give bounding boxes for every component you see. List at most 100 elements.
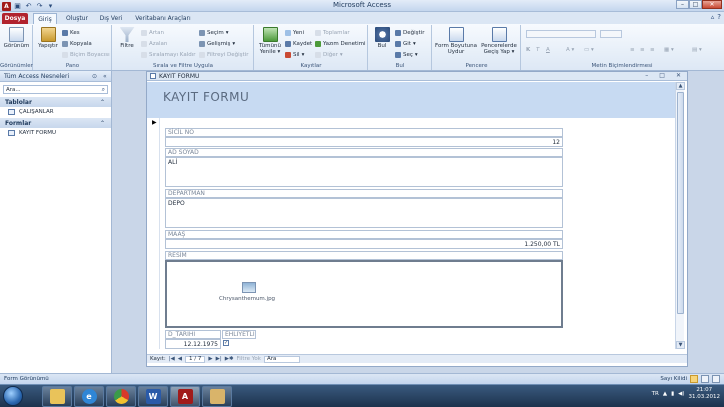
highlight-button[interactable]: ▭ ▾	[584, 46, 594, 54]
layout-view-icon[interactable]	[701, 375, 709, 383]
view-button[interactable]: Görünüm	[2, 27, 31, 49]
selection-icon	[199, 30, 205, 36]
departman-label: DEPARTMAN	[165, 189, 563, 198]
collapse-ribbon-icon[interactable]: ▵	[711, 13, 715, 21]
nav-pane-header[interactable]: Tüm Access Nesneleri ⊙ «	[0, 71, 111, 82]
totals-button[interactable]: Toplamlar	[315, 29, 350, 37]
taskbar-paint[interactable]	[202, 386, 232, 407]
scroll-thumb[interactable]	[677, 92, 684, 314]
d-tarihi-field[interactable]: 12.12.1975	[165, 339, 221, 349]
underline-button[interactable]: A	[546, 46, 550, 54]
toggle-filter-button[interactable]: Filtreyi Değiştir	[199, 51, 248, 59]
sort-descending-button[interactable]: Azalan	[141, 40, 167, 48]
cut-button[interactable]: Kes	[62, 29, 80, 37]
previous-record-icon[interactable]: ◀	[178, 356, 182, 362]
maas-field[interactable]: 1.250,00 TL	[165, 239, 563, 249]
close-button[interactable]: ✕	[702, 0, 722, 9]
form-minimize-button[interactable]: –	[645, 72, 648, 79]
nav-dropdown-icon[interactable]: ⊙	[92, 73, 97, 80]
filter-status[interactable]: Filtre Yok	[237, 356, 261, 362]
taskbar-ie[interactable]: e	[74, 386, 104, 407]
tab-create[interactable]: Oluştur	[62, 13, 92, 24]
taskbar-word[interactable]: W	[138, 386, 168, 407]
form-detail: SİCİL NO 12 AD SOYAD ALİ DEPARTMAN DEPO …	[160, 118, 675, 349]
size-to-fit-button[interactable]: Form Boyutuna Uydur	[435, 27, 477, 55]
group-label: Pencere	[465, 63, 488, 69]
tray-arrow-icon[interactable]: ▲	[663, 391, 667, 397]
ehliyetli-checkbox[interactable]: ✓	[223, 340, 229, 346]
select-button[interactable]: Seç ▾	[395, 51, 418, 59]
network-icon[interactable]: ▮	[671, 391, 674, 397]
italic-button[interactable]: T	[536, 46, 539, 54]
minimize-button[interactable]: –	[676, 0, 689, 9]
vertical-scrollbar[interactable]: ▲ ▼	[675, 82, 685, 349]
form-close-button[interactable]: ✕	[676, 72, 681, 79]
align-right-button[interactable]: ≡	[650, 46, 655, 54]
more-button[interactable]: Diğer ▾	[315, 51, 343, 59]
replace-button[interactable]: Değiştir	[395, 29, 424, 37]
nav-section-tables[interactable]: Tablolar ⌃	[0, 97, 111, 107]
delete-button[interactable]: Sil ▾	[285, 51, 304, 59]
first-record-icon[interactable]: |◀	[169, 356, 175, 362]
spelling-button[interactable]: Yazım Denetimi	[315, 40, 366, 48]
new-record-button[interactable]: Yeni	[285, 29, 304, 37]
tab-external-data[interactable]: Dış Veri	[97, 13, 125, 24]
start-button[interactable]	[3, 386, 23, 406]
paste-button[interactable]: Yapıştır	[36, 27, 60, 49]
filter-button[interactable]: Filtre	[117, 27, 137, 49]
scroll-down-arrow-icon[interactable]: ▼	[676, 341, 685, 349]
ad-soyad-field[interactable]: ALİ	[165, 157, 563, 187]
remove-sort-button[interactable]: Sıralamayı Kaldır	[141, 51, 196, 59]
scroll-up-arrow-icon[interactable]: ▲	[676, 82, 685, 90]
help-icon[interactable]: ?	[717, 13, 721, 21]
goto-button[interactable]: Git ▾	[395, 40, 416, 48]
record-navigation-bar: Kayıt: |◀ ◀ 1 / 7 ▶ ▶| ▶✱ Filtre Yok Ara	[147, 354, 687, 363]
sort-ascending-button[interactable]: Artan	[141, 29, 164, 37]
language-indicator[interactable]: TR	[652, 391, 659, 397]
font-size-select[interactable]	[600, 30, 622, 38]
design-view-icon[interactable]	[712, 375, 720, 383]
nav-search-input[interactable]: Ara... ⌕	[3, 85, 108, 94]
form-view-icon[interactable]	[690, 375, 698, 383]
new-record-nav-icon[interactable]: ▶✱	[225, 356, 234, 362]
record-selector[interactable]: ▶	[147, 118, 160, 349]
align-left-button[interactable]: ≡	[630, 46, 635, 54]
form-restore-button[interactable]: □	[659, 72, 665, 79]
bold-button[interactable]: K	[526, 46, 530, 54]
nav-item-kayit-formu[interactable]: KAYIT FORMU	[0, 128, 111, 138]
font-color-button[interactable]: A ▾	[566, 46, 574, 54]
next-record-icon[interactable]: ▶	[208, 356, 212, 362]
group-label: Pano	[65, 63, 80, 69]
departman-field[interactable]: DEPO	[165, 198, 563, 228]
clock[interactable]: 21:07 31.03.2012	[689, 387, 721, 401]
tab-database-tools[interactable]: Veritabanı Araçları	[133, 13, 193, 24]
tab-home[interactable]: Giriş	[33, 13, 57, 24]
taskbar-chrome[interactable]	[106, 386, 136, 407]
nav-item-calisanlar-table[interactable]: ÇALIŞANLAR	[0, 107, 111, 117]
font-name-select[interactable]	[526, 30, 596, 38]
tab-file[interactable]: Dosya	[2, 13, 28, 24]
volume-icon[interactable]: ◀)	[678, 391, 684, 397]
record-position-input[interactable]: 1 / 7	[185, 355, 206, 363]
taskbar-explorer[interactable]	[42, 386, 72, 407]
refresh-all-button[interactable]: Tümünü Yenile ▾	[257, 27, 283, 55]
maximize-button[interactable]: □	[689, 0, 702, 9]
taskbar-access[interactable]: A	[170, 386, 200, 407]
selection-button[interactable]: Seçim ▾	[199, 29, 229, 37]
format-painter-button[interactable]: Biçim Boyacısı	[62, 51, 110, 59]
nav-section-forms[interactable]: Formlar ⌃	[0, 118, 111, 128]
resim-attachment-field[interactable]: Chrysanthemum.jpg	[165, 260, 563, 328]
advanced-button[interactable]: Gelişmiş ▾	[199, 40, 235, 48]
record-search-input[interactable]: Ara	[263, 355, 300, 363]
gridlines-button[interactable]: ▦ ▾	[664, 46, 674, 54]
alt-row-color-button[interactable]: ▤ ▾	[692, 46, 702, 54]
last-record-icon[interactable]: ▶|	[216, 356, 222, 362]
align-center-button[interactable]: ≡	[640, 46, 645, 54]
sicil-no-field[interactable]: 12	[165, 137, 563, 147]
switch-windows-button[interactable]: Pencerelerde Geçiş Yap ▾	[478, 27, 520, 55]
save-record-button[interactable]: Kaydet	[285, 40, 312, 48]
find-button[interactable]: Bul	[372, 27, 392, 49]
shutter-bar-close-icon[interactable]: «	[103, 73, 107, 80]
ehliyetli-label: EHLIYETLI	[222, 330, 256, 339]
copy-button[interactable]: Kopyala	[62, 40, 92, 48]
